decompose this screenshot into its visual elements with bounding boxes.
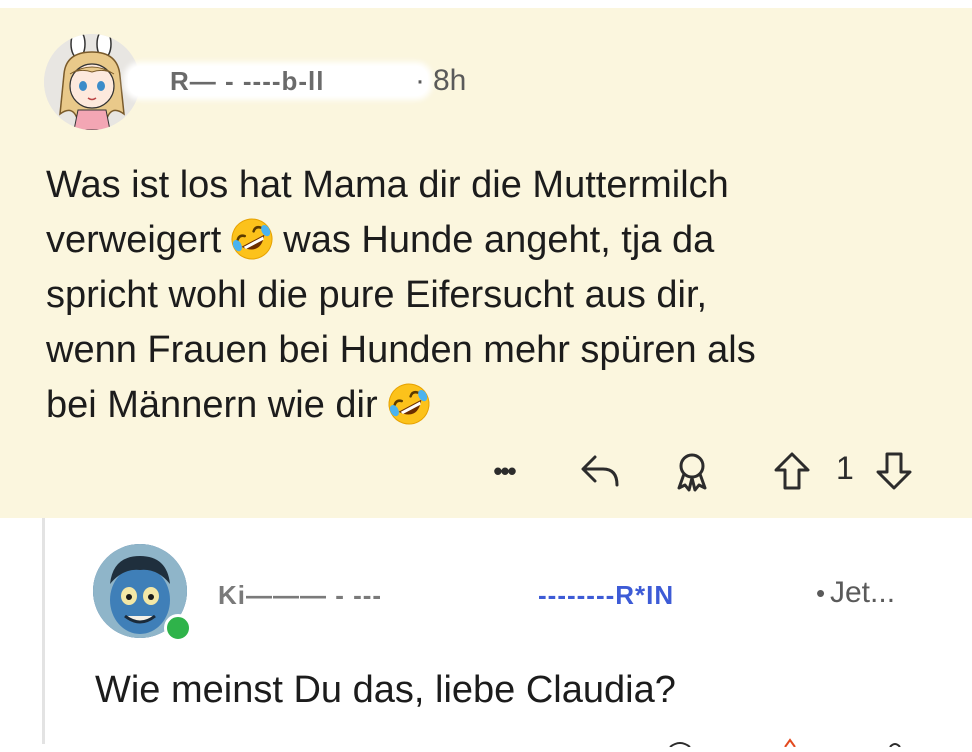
comment-text: was Hunde angeht, tja da <box>283 219 715 261</box>
comment-text: bei Männern wie dir <box>46 384 378 426</box>
more-options-button[interactable]: ••• <box>482 446 526 496</box>
comment-text: verweigert <box>46 219 222 261</box>
separator: · <box>415 64 425 97</box>
downvote-button[interactable] <box>872 446 916 496</box>
timestamp: 8h <box>433 64 467 97</box>
upvote-button[interactable] <box>770 446 814 496</box>
rolling-laughing-emoji-icon <box>384 381 434 427</box>
online-status-indicator <box>164 614 192 642</box>
comment-body: Wie meinst Du das, liebe Claudia? <box>95 669 676 711</box>
username[interactable]: Ki——— ‐ ‐‐‐ <box>218 580 382 611</box>
comment-meta: Ki——— ‐ ‐‐‐ ‐‐‐‐‐‐‐‐R*IN • Jet... <box>212 574 952 614</box>
partial-actions-row <box>560 734 920 748</box>
reply-button[interactable] <box>576 446 624 496</box>
comment-actions: ••• 1 <box>0 446 972 496</box>
separator: • <box>816 578 826 608</box>
user-flair: ‐‐‐‐‐‐‐‐R*IN <box>538 580 675 610</box>
timestamp: Jet... <box>830 576 896 609</box>
comment-line: wenn Frauen bei Hunden mehr spüren als <box>46 329 756 371</box>
avatar[interactable] <box>44 34 140 130</box>
username[interactable]: R— ‐ ‐‐‐‐b‐ll <box>170 66 325 97</box>
comment-body: Was ist los hat Mama dir die Muttermilch… <box>46 158 926 433</box>
reply-arrow-icon <box>581 455 619 487</box>
upvote-arrow-icon <box>774 452 810 490</box>
award-button[interactable] <box>670 446 714 496</box>
anime-avatar-icon <box>44 34 140 130</box>
rolling-laughing-emoji-icon <box>227 216 277 262</box>
comment-line: bei Männern wie dir <box>46 378 926 433</box>
comment-line: spricht wohl die pure Eifersucht aus dir… <box>46 274 708 316</box>
comment-line: Was ist los hat Mama dir die Muttermilch <box>46 164 729 206</box>
vote-count: 1 <box>836 450 854 486</box>
thread-line[interactable] <box>42 518 45 744</box>
top-strip <box>0 0 972 8</box>
downvote-arrow-icon <box>876 452 912 490</box>
comment-line: verweigert was Hunde angeht, tja da <box>46 213 926 268</box>
comment-meta: R— ‐ ‐‐‐‐b‐ll · 8h <box>128 62 518 102</box>
award-icon <box>677 453 707 492</box>
